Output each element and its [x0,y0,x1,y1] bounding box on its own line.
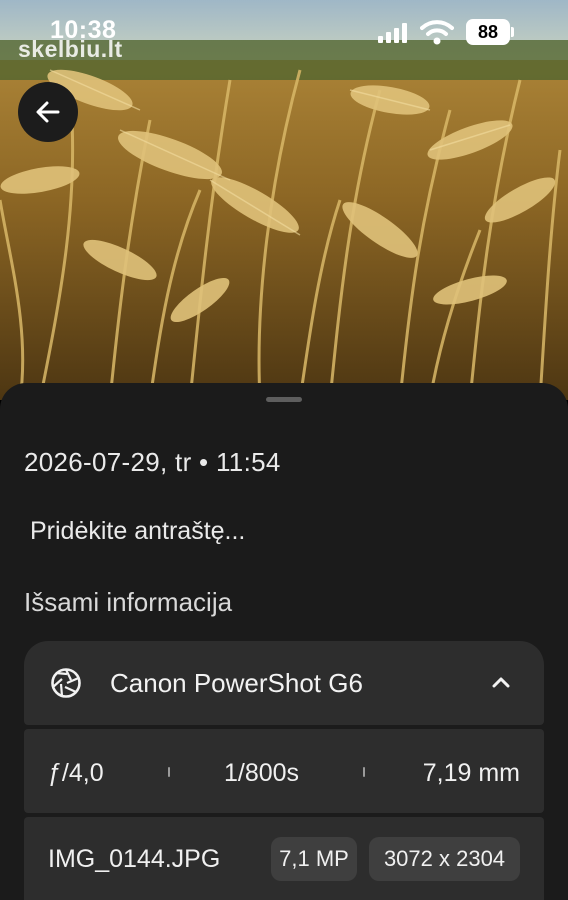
aperture-icon [51,668,81,698]
file-info-row: IMG_0144.JPG 7,1 MP 3072 x 2304 [24,817,544,900]
chevron-up-icon[interactable] [488,670,514,696]
status-bar: 10:38 skelbiu.lt 88 [0,0,568,64]
battery-tip [511,27,514,37]
aperture-value: ƒ/4,0 [48,759,104,787]
photo-datetime[interactable]: 2026-07-29, tr • 11:54 [24,447,281,478]
camera-info-header[interactable]: Canon PowerShot G6 [24,641,544,725]
file-name: IMG_0144.JPG [48,845,221,873]
separator [168,767,170,777]
cellular-signal-icon [378,23,407,43]
wifi-icon [420,20,454,45]
details-sheet: 2026-07-29, tr • 11:54 Pridėkite antrašt… [0,383,568,900]
caption-input[interactable]: Pridėkite antraštę... [30,517,245,546]
megapixels-badge: 7,1 MP [271,837,357,881]
separator [363,767,365,777]
watermark-text: skelbiu.lt [18,36,123,62]
drag-handle[interactable] [266,397,302,402]
details-section-title: Išsami informacija [24,587,233,617]
back-button[interactable] [18,82,78,142]
battery-indicator: 88 [466,19,510,45]
resolution-badge: 3072 x 2304 [369,837,520,881]
arrow-back-icon [36,101,60,123]
camera-model: Canon PowerShot G6 [110,668,363,698]
focal-length: 7,19 mm [422,759,520,787]
shutter-speed: 1/800s [224,759,300,787]
camera-settings-row: ƒ/4,0 1/800s 7,19 mm [24,729,544,813]
